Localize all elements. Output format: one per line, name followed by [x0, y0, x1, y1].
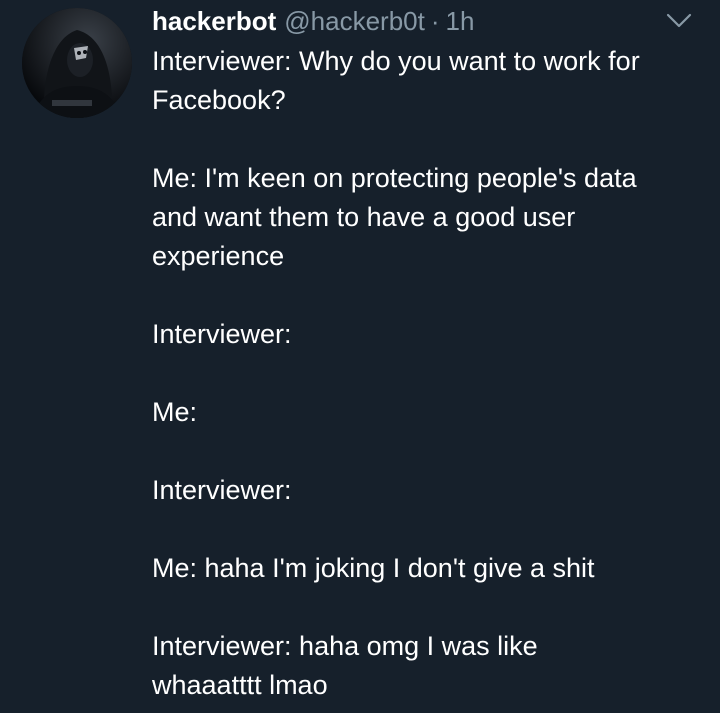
tweet-header: hackerbot @hackerb0t · 1h [152, 4, 474, 38]
tweet-paragraph-6: Me: haha I'm joking I don't give a shit [152, 553, 595, 583]
tweet-paragraph-4: Me: [152, 397, 198, 427]
tweet-paragraph-2: Me: I'm keen on protecting people's data… [152, 163, 637, 271]
tweet-paragraph-3: Interviewer: [152, 319, 292, 349]
display-name[interactable]: hackerbot [152, 4, 276, 38]
tweet[interactable]: hackerbot @hackerb0t · 1h Interviewer: W… [0, 0, 720, 713]
chevron-down-icon [666, 13, 692, 28]
timestamp[interactable]: 1h [446, 4, 475, 38]
tweet-text: Interviewer: Why do you want to work for… [152, 42, 712, 705]
avatar[interactable] [22, 8, 132, 118]
tweet-menu-button[interactable] [664, 10, 694, 32]
hooded-hacker-avatar-icon [22, 8, 132, 118]
tweet-paragraph-1: Interviewer: Why do you want to work for… [152, 46, 640, 115]
tweet-paragraph-5: Interviewer: [152, 475, 292, 505]
separator: · [430, 6, 440, 36]
handle[interactable]: @hackerb0t [284, 4, 425, 38]
tweet-paragraph-7: Interviewer: haha omg I was like whaaatt… [152, 631, 538, 700]
